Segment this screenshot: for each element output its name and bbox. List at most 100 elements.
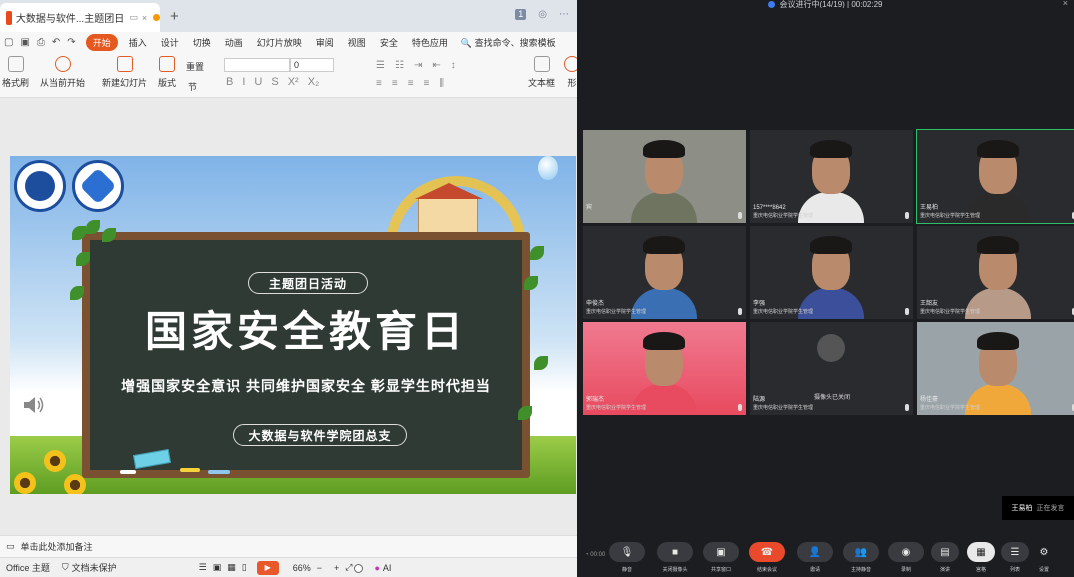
participant-tile[interactable]: 宾 (583, 130, 746, 223)
bold-button[interactable]: B (226, 76, 233, 88)
participant-name: 宾 (586, 205, 593, 211)
control-label: 关闭摄像头 (662, 567, 688, 573)
strikethrough-button[interactable]: S (271, 76, 278, 88)
menu-review[interactable]: 审阅 (316, 36, 334, 49)
control-list-view-button[interactable]: ☰ 列表 (1001, 542, 1029, 573)
control-hangup-button[interactable]: ☎ 结束会议 (749, 542, 785, 573)
ai-icon[interactable]: ● (374, 563, 379, 573)
reading-view-icon[interactable]: ▯ (242, 562, 247, 573)
command-search[interactable]: 🔍 查找命令、搜索模板 (461, 36, 556, 49)
command-search-label: 查找命令、搜索模板 (474, 37, 556, 48)
menu-transition[interactable]: 切换 (193, 36, 211, 49)
font-size-select[interactable]: 0 (290, 58, 334, 72)
monitor-icon[interactable]: ▭ (129, 12, 138, 23)
zoom-out-icon[interactable]: − (317, 563, 322, 573)
font-family-select[interactable] (224, 58, 290, 72)
folder-icon[interactable]: ▢ (4, 37, 13, 48)
control-mic-button[interactable]: 🎙 静音 (609, 542, 645, 573)
slideshow-play-button[interactable]: ▶ (256, 560, 279, 575)
college-logo (72, 160, 124, 212)
align-right-icon[interactable]: ≡ (408, 78, 414, 89)
participant-hair (977, 332, 1019, 350)
control-camera-button[interactable]: ■ 关闭摄像头 (657, 542, 693, 573)
participant-tile[interactable]: 157****8642 重庆电信职业学院学生管理 (750, 130, 913, 223)
sorter-view-icon[interactable]: ▦ (227, 562, 236, 573)
participant-tile[interactable]: 郭瑞杰 重庆电信职业学院学生管理 (583, 322, 746, 415)
undo-icon[interactable]: ↶ (52, 37, 60, 48)
tab-close-icon[interactable]: × (142, 13, 147, 23)
presentation-file-icon (6, 10, 12, 25)
columns-icon[interactable]: ⫼ (439, 78, 444, 89)
format-painter-label: 格式刷 (2, 78, 30, 88)
participant-tile[interactable]: 摄像头已关闭 陆源 重庆电信职业学院学生管理 (750, 322, 913, 415)
control-speaker-view-button[interactable]: ▤ 演讲 (931, 542, 959, 573)
skin-icon[interactable]: ◎ (538, 9, 547, 20)
layout-button[interactable]: 版式 (158, 56, 176, 89)
indent-icon[interactable]: ⇥ (414, 60, 422, 71)
menu-animation[interactable]: 动画 (225, 36, 243, 49)
menu-start[interactable]: 开始 (85, 33, 118, 51)
textbox-button[interactable]: 文本框 (528, 56, 555, 89)
new-tab-button[interactable]: + (170, 8, 179, 25)
ai-label[interactable]: AI (383, 563, 392, 573)
notes-pane[interactable]: ▭ 单击此处添加备注 (0, 535, 577, 557)
participant-tile[interactable]: 王韶友 重庆电信职业学院学生管理 (917, 226, 1074, 319)
window-count-badge[interactable]: 1 (515, 9, 527, 20)
slide[interactable]: 主题团日活动 国家安全教育日 增强国家安全意识 共同维护国家安全 彰显学生时代担… (10, 156, 576, 494)
participant-body (631, 192, 697, 223)
menu-insert[interactable]: 插入 (129, 36, 147, 49)
more-icon[interactable]: ⋯ (559, 9, 569, 20)
save-icon[interactable]: ▣ (20, 37, 29, 48)
subscript-button[interactable]: X₂ (308, 76, 320, 88)
menu-design[interactable]: 设计 (161, 36, 179, 49)
reset-button[interactable]: 重置 (186, 60, 204, 73)
line-spacing-icon[interactable]: ↕ (451, 60, 456, 71)
play-from-current-button[interactable]: 从当前开始 (40, 56, 85, 89)
protect-status[interactable]: 文档未保护 (72, 561, 117, 574)
zoom-level[interactable]: 66% (293, 563, 311, 573)
control-settings-button[interactable]: ⚙ 设置 (1037, 542, 1051, 574)
participant-tile[interactable]: 申俊杰 重庆电信职业学院学生管理 (583, 226, 746, 319)
outdent-icon[interactable]: ⇤ (432, 60, 440, 71)
superscript-button[interactable]: X² (288, 76, 299, 88)
bullets-icon[interactable]: ☰ (376, 60, 385, 71)
new-slide-button[interactable]: 新建幻灯片 (102, 56, 147, 89)
participant-tile[interactable]: 王易柏 重庆电信职业学院学生管理 (916, 129, 1074, 224)
zoom-slider-thumb[interactable] (353, 563, 363, 573)
audio-speaker-icon[interactable] (22, 394, 46, 416)
leaf-decoration (534, 356, 548, 370)
shape-button[interactable]: 形 (564, 56, 577, 89)
zoom-in-icon[interactable]: + (334, 563, 339, 573)
italic-button[interactable]: I (242, 76, 245, 88)
justify-icon[interactable]: ≡ (424, 78, 430, 89)
window-close-icon[interactable]: × (1063, 0, 1068, 8)
normal-view-icon[interactable]: ▣ (213, 562, 222, 573)
numbering-icon[interactable]: ☷ (395, 60, 404, 71)
participant-tile[interactable]: 杨佳豪 重庆电信职业学院学生管理 (917, 322, 1074, 415)
menu-security[interactable]: 安全 (380, 36, 398, 49)
document-tab[interactable]: 大数据与软件...主题团日活动 ▭ × (0, 3, 160, 32)
print-icon[interactable]: ⎙ (37, 37, 45, 48)
control-members-button[interactable]: 👥 主持静音 (843, 542, 879, 573)
align-center-icon[interactable]: ≡ (392, 78, 398, 89)
underline-button[interactable]: U (254, 76, 262, 88)
meeting-title-bar: 会议进行中(14/19) | 00:02:29 (577, 0, 1074, 8)
meeting-logo-icon (768, 0, 776, 8)
control-grid-view-button[interactable]: ▦ 宫格 (967, 542, 995, 573)
redo-icon[interactable]: ↷ (67, 37, 75, 48)
control-record-button[interactable]: ◉ 录制 (888, 542, 924, 573)
menu-view[interactable]: 视图 (348, 36, 366, 49)
document-tab-title: 大数据与软件...主题团日活动 (15, 14, 126, 25)
format-painter-button[interactable]: 格式刷 (2, 56, 29, 89)
participant-tile[interactable]: 李强 重庆电信职业学院学生管理 (750, 226, 913, 319)
control-invite-button[interactable]: 👤 邀请 (797, 542, 833, 573)
menu-slideshow[interactable]: 幻灯片放映 (257, 36, 302, 49)
menu-features[interactable]: 特色应用 (412, 36, 448, 49)
section-button[interactable]: 节 (188, 80, 197, 93)
control-label: 录制 (900, 567, 911, 573)
control-share-button[interactable]: ▣ 共享窗口 (703, 542, 739, 573)
fit-window-icon[interactable]: ⤢ (345, 562, 352, 573)
align-left-icon[interactable]: ≡ (376, 78, 382, 89)
notes-toggle-icon[interactable]: ☰ (199, 562, 207, 573)
shape-icon (564, 56, 577, 72)
